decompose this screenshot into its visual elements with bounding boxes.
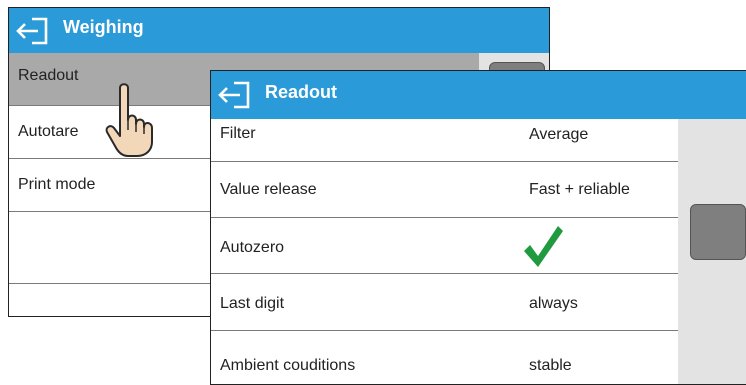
setting-label: Filter [220,125,256,142]
menu-item-label: Autotare [18,123,79,140]
setting-label: Ambient couditions [220,357,356,374]
readout-scrollbar-thumb[interactable] [690,204,746,260]
back-arrow-icon [16,17,48,44]
menu-item-label: Readout [18,67,79,84]
setting-row-value-release[interactable]: Value release Fast + reliable [211,162,678,218]
green-check-icon [524,226,563,267]
readout-scrollbar-track[interactable] [678,119,746,384]
setting-row-autozero[interactable]: Autozero [211,218,678,274]
setting-row-last-digit[interactable]: Last digit always [211,274,678,331]
window-title: Weighing [63,17,144,37]
setting-row-filter[interactable]: Filter Average [211,119,678,162]
window-title: Readout [265,81,337,102]
readout-titlebar: Readout [211,71,746,119]
back-button[interactable] [9,8,55,53]
back-arrow-icon [218,81,250,109]
setting-value: stable [529,357,572,374]
setting-label: Autozero [220,239,285,256]
readout-window: Readout Filter Average Value release Fas… [210,70,746,385]
setting-value: always [529,295,578,312]
setting-label: Last digit [220,295,285,312]
setting-value: Average [529,126,589,143]
menu-item-label: Print mode [18,176,96,193]
setting-label: Value release [220,181,317,198]
back-button[interactable] [211,71,257,119]
weighing-titlebar: Weighing [9,8,549,53]
pointing-hand-icon [105,83,153,157]
setting-value: Fast + reliable [529,181,630,198]
